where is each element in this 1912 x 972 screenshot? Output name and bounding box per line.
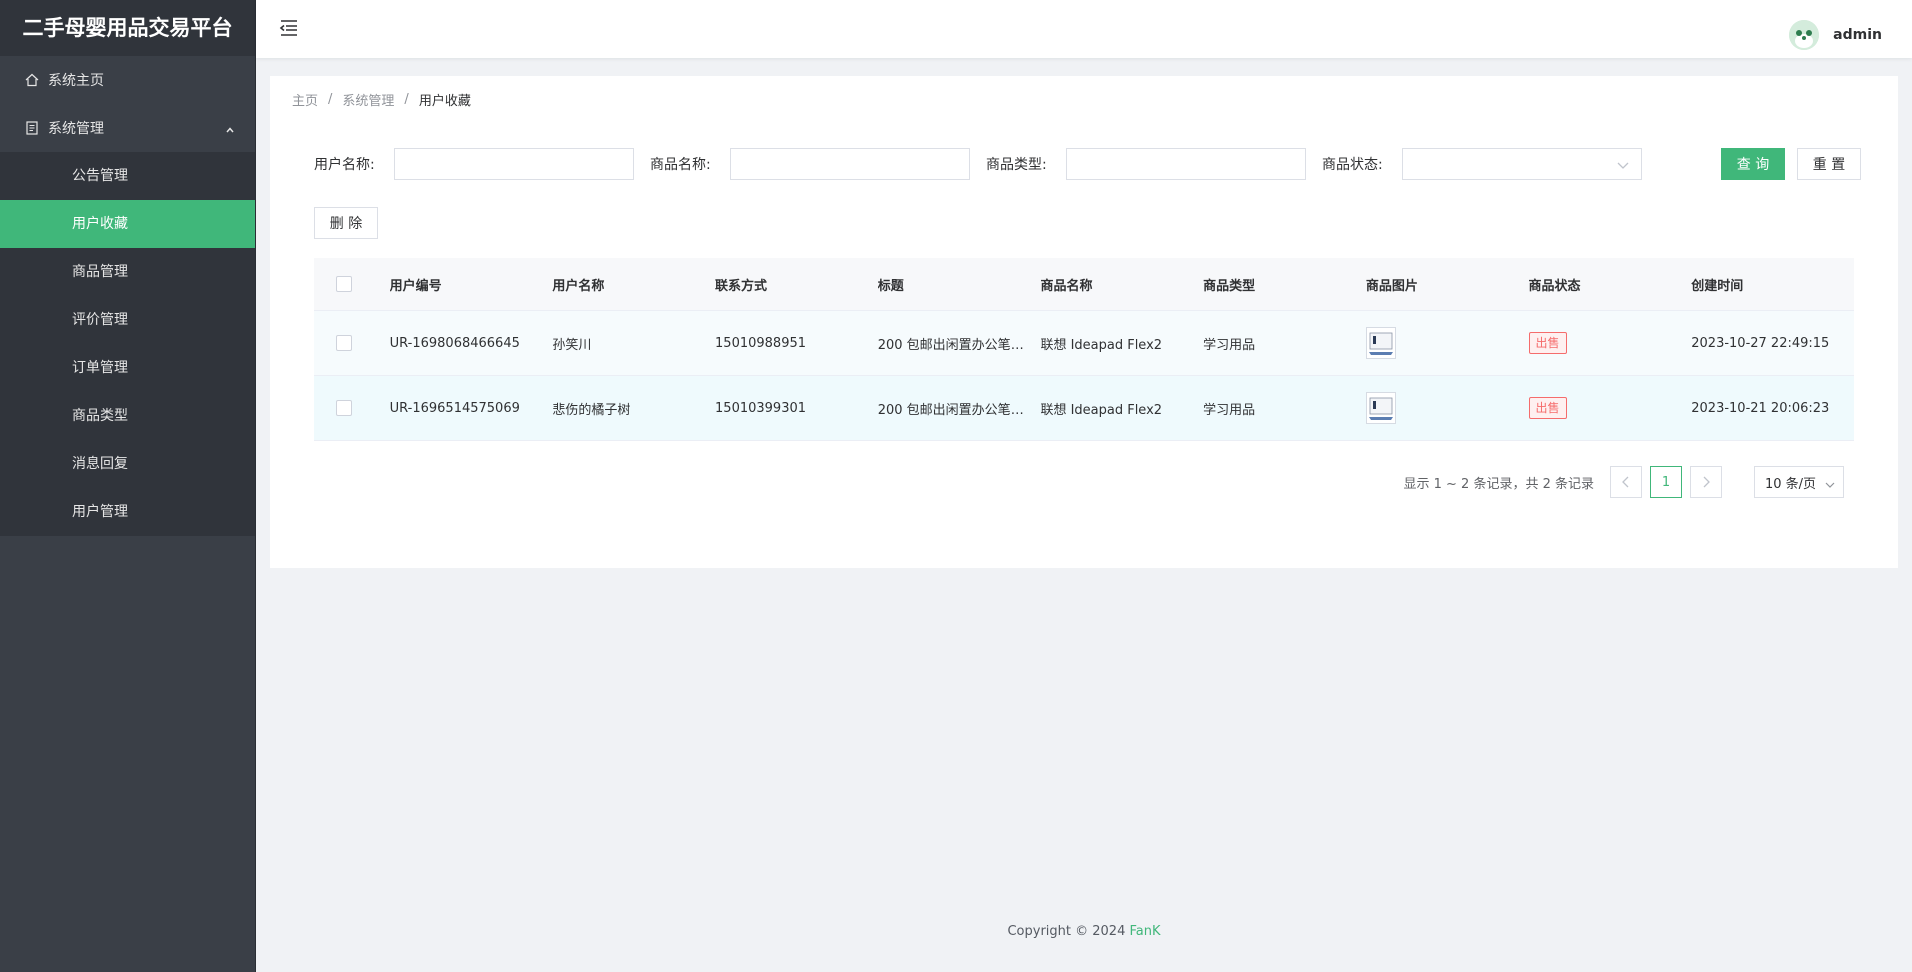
document-icon	[24, 120, 40, 136]
sidebar-submenu-system: 公告管理 用户收藏 商品管理 评价管理 订单管理 商品类型 消息回复 用户管理	[0, 152, 255, 536]
breadcrumb-home[interactable]: 主页	[292, 90, 318, 109]
sidebar-item-orders[interactable]: 订单管理	[0, 344, 255, 392]
chevron-right-icon	[1703, 476, 1710, 488]
product-status-select[interactable]	[1402, 148, 1642, 180]
title-cell: 200 包邮出闲置办公笔记本电脑	[877, 402, 1041, 418]
user-name-label: 用户名称:	[314, 157, 375, 173]
user-name-cell: 孙笑川	[552, 337, 592, 353]
page-size-value: 10 条/页	[1765, 476, 1817, 492]
column-header: 商品类型	[1203, 278, 1256, 294]
sidebar-item-home-label: 系统主页	[48, 73, 104, 89]
product-image-cell	[1365, 327, 1529, 359]
delete-button[interactable]: 删 除	[314, 207, 378, 239]
column-header: 商品名称	[1040, 278, 1093, 294]
product-type-cell: 学习用品	[1203, 402, 1256, 418]
row-check-cell	[314, 335, 390, 351]
sidebar-item-product-types[interactable]: 商品类型	[0, 392, 255, 440]
column-header: 标题	[877, 278, 904, 294]
select-all-cell	[314, 276, 390, 292]
favorites-table: 用户编号 用户名称 联系方式 标题 商品名称 商品类型 商品图片 商品状态 创建…	[314, 258, 1854, 441]
breadcrumb: 主页 / 系统管理 / 用户收藏	[292, 90, 471, 109]
sidebar-item-messages[interactable]: 消息回复	[0, 440, 255, 488]
select-all-checkbox[interactable]	[336, 276, 352, 292]
sidebar-item-system-label: 系统管理	[48, 121, 104, 137]
sidebar-item-users[interactable]: 用户管理	[0, 488, 255, 536]
product-name-cell: 联想 Ideapad Flex2	[1040, 402, 1163, 418]
product-type-cell: 学习用品	[1203, 337, 1256, 353]
prev-page-button[interactable]	[1610, 466, 1642, 498]
created-time-cell: 2023-10-27 22:49:15	[1691, 335, 1830, 351]
next-page-button[interactable]	[1690, 466, 1722, 498]
breadcrumb-system[interactable]: 系统管理	[342, 90, 394, 109]
user-name-cell: 悲伤的橘子树	[552, 402, 631, 418]
row-checkbox[interactable]	[336, 335, 352, 351]
pagination-total: 显示 1 ~ 2 条记录，共 2 条记录	[1403, 476, 1595, 492]
menu-fold-icon[interactable]	[278, 17, 300, 39]
sidebar-item-reviews[interactable]: 评价管理	[0, 296, 255, 344]
page-number-button[interactable]: 1	[1650, 466, 1682, 498]
title-cell: 200 包邮出闲置办公笔记本电脑	[877, 337, 1041, 353]
column-header: 用户名称	[552, 278, 605, 294]
column-header: 用户编号	[389, 278, 442, 294]
reset-button[interactable]: 重 置	[1797, 148, 1861, 180]
column-header: 商品状态	[1528, 278, 1581, 294]
column-header: 商品图片	[1365, 278, 1418, 294]
breadcrumb-separator: /	[328, 92, 333, 107]
status-badge: 出售	[1528, 332, 1567, 354]
row-checkbox[interactable]	[336, 400, 352, 416]
avatar	[1789, 20, 1820, 50]
product-image-cell	[1365, 392, 1529, 424]
product-image-thumbnail[interactable]	[1365, 327, 1396, 359]
sidebar-item-home[interactable]: 系统主页	[0, 56, 255, 104]
username: admin	[1833, 27, 1882, 43]
product-type-input[interactable]	[1066, 148, 1306, 180]
product-status-cell: 出售	[1528, 332, 1692, 354]
product-name-cell: 联想 Ideapad Flex2	[1040, 337, 1163, 353]
chevron-up-icon	[225, 123, 235, 133]
sidebar-item-user-favorites[interactable]: 用户收藏	[0, 200, 255, 248]
copyright-text: Copyright © 2024	[1007, 924, 1130, 939]
user-id-cell: UR-1696514575069	[389, 400, 520, 416]
user-menu[interactable]: admin	[1789, 20, 1882, 50]
sidebar-item-announcements[interactable]: 公告管理	[0, 152, 255, 200]
breadcrumb-current: 用户收藏	[418, 94, 471, 109]
chevron-down-icon	[1825, 479, 1835, 489]
table-row[interactable]: UR-1696514575069 悲伤的橘子树 15010399301 200 …	[314, 376, 1854, 441]
content-card: 主页 / 系统管理 / 用户收藏 用户名称: 商品名称: 商品类型: 商品状态:…	[270, 76, 1898, 568]
row-check-cell	[314, 400, 390, 416]
pagination: 显示 1 ~ 2 条记录，共 2 条记录 1 10 条/页	[1403, 466, 1844, 498]
status-badge: 出售	[1528, 397, 1567, 419]
product-image-thumbnail[interactable]	[1365, 392, 1396, 424]
top-header: admin	[256, 0, 1912, 58]
product-status-cell: 出售	[1528, 397, 1692, 419]
column-header: 联系方式	[715, 278, 768, 294]
sidebar-item-products[interactable]: 商品管理	[0, 248, 255, 296]
page-size-select[interactable]: 10 条/页	[1754, 466, 1844, 498]
footer-brand-link[interactable]: FanK	[1130, 924, 1161, 939]
home-icon	[24, 72, 40, 88]
created-time-cell: 2023-10-21 20:06:23	[1691, 400, 1830, 416]
contact-cell: 15010399301	[715, 400, 807, 416]
user-name-input[interactable]	[394, 148, 634, 180]
sidebar: 二手母婴用品交易平台 系统主页 系统管理 公告管理 用户收藏 商品管理 评价管理…	[0, 0, 256, 972]
filter-bar: 用户名称: 商品名称: 商品类型: 商品状态:	[314, 148, 1642, 180]
breadcrumb-separator: /	[404, 92, 409, 107]
chevron-down-icon	[1617, 159, 1629, 171]
table-row[interactable]: UR-1698068466645 孙笑川 15010988951 200 包邮出…	[314, 311, 1854, 376]
chevron-left-icon	[1622, 476, 1629, 488]
sidebar-item-system[interactable]: 系统管理	[0, 104, 255, 152]
query-button[interactable]: 查 询	[1721, 148, 1785, 180]
product-name-label: 商品名称:	[650, 157, 711, 173]
app-title: 二手母婴用品交易平台	[0, 0, 255, 56]
product-type-label: 商品类型:	[986, 157, 1047, 173]
column-header: 创建时间	[1691, 278, 1744, 294]
footer: Copyright © 2024 FanK	[256, 924, 1912, 939]
user-id-cell: UR-1698068466645	[389, 335, 520, 351]
table-header-row: 用户编号 用户名称 联系方式 标题 商品名称 商品类型 商品图片 商品状态 创建…	[314, 258, 1854, 311]
contact-cell: 15010988951	[715, 335, 807, 351]
product-status-label: 商品状态:	[1322, 157, 1383, 173]
product-name-input[interactable]	[730, 148, 970, 180]
